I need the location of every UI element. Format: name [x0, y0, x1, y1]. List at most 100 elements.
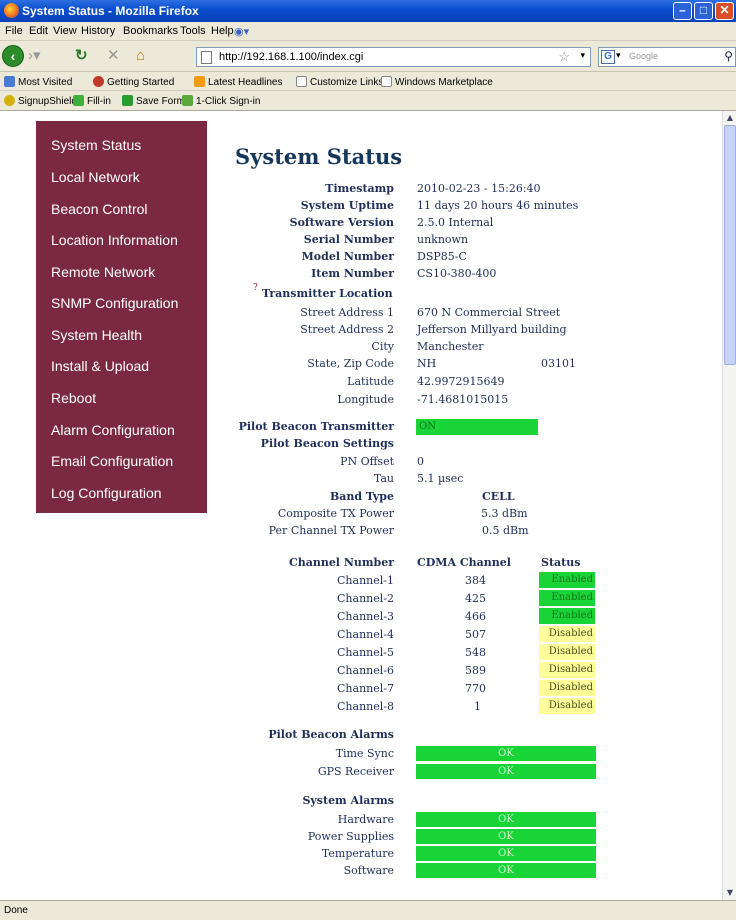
signupshield-button[interactable]: SignupShield — [4, 95, 77, 107]
scroll-thumb[interactable] — [724, 125, 736, 365]
help-link[interactable]: ? — [253, 283, 258, 293]
city-value: Manchester — [417, 340, 484, 353]
band-type-value: CELL — [482, 490, 515, 503]
sidebar-item-system-status[interactable]: System Status — [51, 137, 141, 153]
channel-status: Disabled — [539, 698, 595, 714]
close-button[interactable]: ✕ — [715, 2, 734, 20]
per-channel-tx-value: 0.5 dBm — [482, 524, 529, 537]
maximize-button[interactable]: □ — [694, 2, 713, 20]
bookmark-most-visited[interactable]: Most Visited — [4, 76, 72, 88]
channel-status: Disabled — [539, 644, 595, 660]
power-supplies-status: OK — [416, 829, 596, 844]
pilot-alarms-heading: Pilot Beacon Alarms — [268, 728, 394, 741]
state-value: NH — [417, 357, 437, 370]
sidebar-item-reboot[interactable]: Reboot — [51, 390, 96, 406]
sidebar-item-log-configuration[interactable]: Log Configuration — [51, 485, 162, 501]
transmitter-location-heading: Transmitter Location — [262, 287, 393, 300]
search-icon[interactable]: ⚲ — [724, 49, 733, 63]
temperature-status: OK — [416, 846, 596, 861]
software-label: Software — [343, 864, 394, 877]
sidebar-item-local-network[interactable]: Local Network — [51, 169, 140, 185]
timestamp-label: Timestamp — [325, 182, 394, 195]
bookmark-star-icon[interactable]: ☆ — [558, 49, 570, 65]
timestamp-value: 2010-02-23 - 15:26:40 — [417, 182, 541, 195]
power-supplies-label: Power Supplies — [307, 830, 394, 843]
channel-cdma: 466 — [465, 610, 486, 623]
channel-cdma: 589 — [465, 664, 486, 677]
fill-in-button[interactable]: Fill-in — [73, 95, 111, 107]
page-title: System Status — [235, 144, 403, 169]
pilot-transmitter-label: Pilot Beacon Transmitter — [238, 420, 394, 433]
channel-status: Enabled — [539, 608, 595, 624]
sidebar-item-remote-network[interactable]: Remote Network — [51, 264, 155, 280]
channel-cdma: 770 — [465, 682, 486, 695]
url-dropdown-icon[interactable]: ▾ — [580, 50, 585, 61]
sidebar-item-snmp-configuration[interactable]: SNMP Configuration — [51, 295, 178, 311]
menu-view[interactable]: View — [53, 25, 77, 37]
save-icon — [122, 95, 133, 106]
url-bar[interactable]: http://192.168.1.100/index.cgi ☆ ▾ — [196, 47, 591, 67]
channel-status: Disabled — [539, 662, 595, 678]
back-button[interactable]: ‹ — [2, 45, 24, 67]
vertical-scrollbar[interactable]: ▲ ▼ — [722, 111, 736, 900]
search-engine-dropdown-icon[interactable]: ▾ — [616, 50, 621, 61]
one-click-sign-in-button[interactable]: 1-Click Sign-in — [182, 95, 260, 107]
menu-help[interactable]: Help — [211, 25, 234, 37]
channel-name: Channel-4 — [337, 628, 394, 641]
menu-bookmarks[interactable]: Bookmarks — [123, 25, 178, 37]
page-icon — [381, 76, 392, 87]
sidebar-item-email-configuration[interactable]: Email Configuration — [51, 453, 173, 469]
sidebar: System Status Local Network Beacon Contr… — [36, 121, 207, 513]
stop-icon[interactable]: ✕ — [107, 48, 120, 64]
most-visited-icon — [4, 76, 15, 87]
menu-tools[interactable]: Tools — [180, 25, 206, 37]
channel-cdma: 507 — [465, 628, 486, 641]
bookmark-customize-links[interactable]: Customize Links — [296, 76, 383, 88]
uptime-value: 11 days 20 hours 46 minutes — [417, 199, 579, 212]
bookmarks-toolbar: Most Visited Getting Started Latest Head… — [0, 72, 736, 91]
search-placeholder: Google — [629, 51, 659, 61]
page-icon — [201, 51, 212, 64]
google-icon[interactable]: G — [601, 50, 615, 64]
street1-value: 670 N Commercial Street — [417, 306, 561, 319]
pilot-transmitter-status: ON — [416, 419, 538, 435]
page-content: System Status Local Network Beacon Contr… — [0, 111, 722, 900]
addon-icon[interactable]: ◉▾ — [234, 25, 249, 38]
bookmark-windows-marketplace[interactable]: Windows Marketplace — [381, 76, 493, 88]
menu-file[interactable]: File — [5, 25, 23, 37]
sidebar-item-install-upload[interactable]: Install & Upload — [51, 358, 149, 374]
composite-tx-label: Composite TX Power — [277, 507, 394, 520]
scroll-up-icon[interactable]: ▲ — [724, 112, 736, 124]
latitude-value: 42.9972915649 — [417, 375, 505, 388]
bookmark-getting-started[interactable]: Getting Started — [93, 76, 174, 88]
channel-name: Channel-6 — [337, 664, 394, 677]
sidebar-item-location-information[interactable]: Location Information — [51, 232, 178, 248]
sidebar-item-alarm-configuration[interactable]: Alarm Configuration — [51, 422, 175, 438]
item-number-value: CS10-380-400 — [417, 267, 497, 280]
uptime-label: System Uptime — [300, 199, 394, 212]
bookmark-latest-headlines[interactable]: Latest Headlines — [194, 76, 283, 88]
minimize-button[interactable]: – — [673, 2, 692, 20]
reload-icon[interactable]: ↻ — [75, 48, 88, 64]
time-sync-label: Time Sync — [335, 747, 394, 760]
menu-history[interactable]: History — [81, 25, 115, 37]
sidebar-item-system-health[interactable]: System Health — [51, 327, 142, 343]
home-icon[interactable]: ⌂ — [136, 48, 145, 64]
channel-cdma: 425 — [465, 592, 486, 605]
hardware-label: Hardware — [337, 813, 394, 826]
pilot-settings-heading: Pilot Beacon Settings — [260, 437, 394, 450]
scroll-down-icon[interactable]: ▼ — [724, 887, 736, 899]
menu-edit[interactable]: Edit — [29, 25, 48, 37]
composite-tx-value: 5.3 dBm — [481, 507, 528, 520]
hardware-status: OK — [416, 812, 596, 827]
forward-icon[interactable]: ›▾ — [28, 48, 41, 64]
street2-label: Street Address 2 — [300, 323, 394, 336]
cdma-channel-header: CDMA Channel — [417, 556, 511, 569]
rss-icon — [194, 76, 205, 87]
sidebar-item-beacon-control[interactable]: Beacon Control — [51, 201, 148, 217]
search-box[interactable]: G ▾ Google ⚲ — [598, 47, 736, 67]
software-version-value: 2.5.0 Internal — [417, 216, 494, 229]
channel-name: Channel-7 — [337, 682, 394, 695]
url-text[interactable]: http://192.168.1.100/index.cgi — [219, 51, 363, 63]
save-form-button[interactable]: Save Form — [122, 95, 185, 107]
